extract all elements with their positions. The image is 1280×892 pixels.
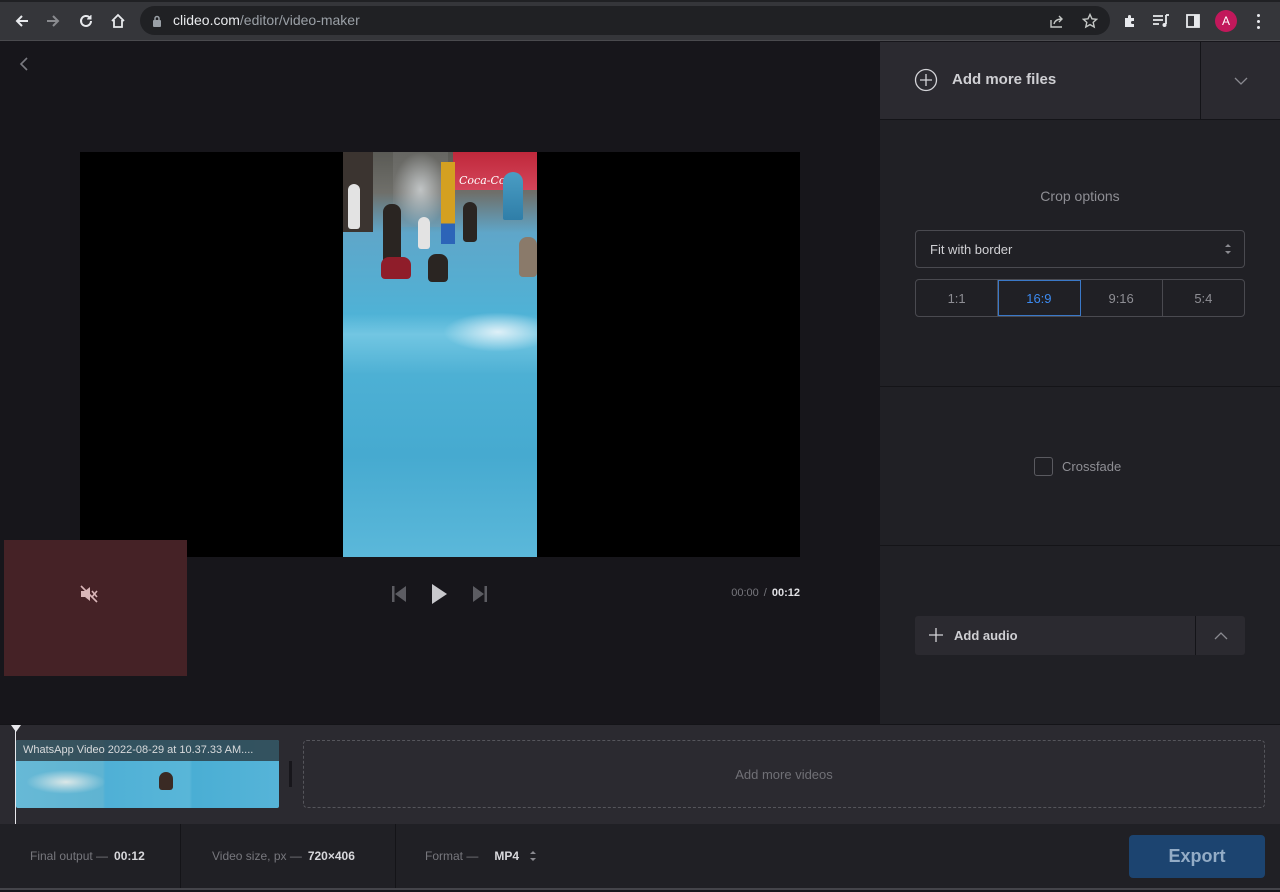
scene-sign: Coca-Cola (453, 152, 537, 190)
chevron-left-icon[interactable] (14, 54, 34, 74)
video-size-value: 720×406 (307, 849, 355, 863)
final-output-value: 00:12 (114, 849, 145, 863)
format-select[interactable]: Format — MP4 (425, 824, 537, 888)
share-icon[interactable] (1048, 12, 1066, 30)
crop-mode-select[interactable]: Fit with border (915, 230, 1245, 268)
ratio-16-9[interactable]: 16:9 (998, 280, 1081, 316)
final-output-label: Final output — (30, 849, 109, 863)
scene-person (463, 202, 477, 242)
ratio-5-4[interactable]: 5:4 (1163, 280, 1244, 316)
side-panel-icon[interactable] (1182, 10, 1204, 32)
extensions-icon[interactable] (1119, 10, 1141, 32)
timecode: 00:00 / 00:12 (731, 587, 800, 599)
aspect-ratio-group: 1:1 16:9 9:16 5:4 (915, 279, 1245, 317)
format-label: Format — (425, 849, 479, 863)
browser-toolbar: clideo.com/editor/video-maker A (0, 0, 1280, 41)
ratio-9-16[interactable]: 9:16 (1081, 280, 1163, 316)
export-bar: Final output — 00:12 Video size, px — 720×… (0, 824, 1280, 890)
ratio-1-1[interactable]: 1:1 (916, 280, 999, 316)
scene-person (418, 217, 430, 249)
add-more-files-button[interactable]: Add more files (880, 42, 1200, 119)
scene-splash (443, 312, 537, 352)
divider (395, 824, 396, 888)
scene-person (381, 257, 411, 279)
clip-thumbnail-swimmer (159, 772, 173, 790)
scene-person (519, 237, 537, 277)
crop-mode-value: Fit with border (930, 242, 1013, 257)
video-preview[interactable]: Coca-Cola (80, 152, 800, 557)
scene-person (428, 254, 448, 282)
profile-avatar[interactable]: A (1215, 10, 1237, 32)
playhead-handle[interactable] (11, 725, 21, 732)
add-audio-label: Add audio (954, 628, 1018, 643)
add-more-files-label: Add more files (952, 71, 1057, 88)
url-host: clideo.com (173, 12, 240, 28)
video-size-info: Video size, px — 720×406 (212, 824, 355, 888)
video-size-label: Video size, px — (212, 849, 302, 863)
divider (880, 119, 1280, 120)
clip-trim-handle[interactable] (289, 761, 292, 787)
scene-person (348, 184, 360, 229)
export-button[interactable]: Export (1129, 835, 1265, 878)
video-frame: Coca-Cola (343, 152, 537, 557)
select-arrows-icon (1225, 244, 1231, 254)
video-editor: Coca-Cola 00:00/00:12 Add more files Cro… (0, 42, 1280, 892)
add-files-dropdown-toggle[interactable] (1200, 42, 1280, 119)
plus-circle-icon (914, 68, 938, 92)
back-arrow-icon[interactable] (9, 8, 35, 34)
lock-icon (152, 14, 162, 32)
chevron-up-icon (1214, 631, 1227, 639)
muted-speaker-icon[interactable] (78, 583, 100, 605)
home-icon[interactable] (105, 8, 131, 34)
skip-next-icon[interactable] (471, 583, 489, 605)
crop-options-title: Crop options (1040, 188, 1120, 204)
chevron-down-icon (1234, 77, 1247, 85)
divider (880, 545, 1280, 546)
reload-icon[interactable] (73, 8, 99, 34)
audio-panel-toggle[interactable] (1195, 616, 1245, 655)
divider (180, 824, 181, 888)
forward-arrow-icon[interactable] (40, 8, 66, 34)
address-bar[interactable]: clideo.com/editor/video-maker (140, 6, 1110, 35)
select-arrows-icon (530, 851, 537, 861)
checkbox-box[interactable] (1034, 457, 1053, 476)
url-text[interactable]: clideo.com/editor/video-maker (173, 12, 360, 28)
total-time: 00:12 (771, 587, 800, 599)
scene-pillar (441, 162, 455, 244)
mute-highlight (4, 540, 187, 676)
video-clip[interactable]: WhatsApp Video 2022-08-29 at 10.37.33 AM… (16, 740, 279, 808)
play-icon[interactable] (428, 583, 450, 605)
kebab-menu-icon[interactable] (1250, 10, 1266, 32)
clip-title: WhatsApp Video 2022-08-29 at 10.37.33 AM… (23, 744, 254, 756)
media-control-icon[interactable] (1150, 10, 1172, 32)
add-audio-button[interactable]: Add audio (915, 616, 1195, 655)
plus-icon (928, 627, 944, 643)
url-path: /editor/video-maker (239, 12, 360, 28)
side-panel: Add more files Crop options Fit with bor… (880, 42, 1280, 724)
format-value: MP4 (494, 849, 520, 863)
current-time: 00:00 (731, 587, 759, 599)
star-icon[interactable] (1081, 12, 1099, 30)
scene-tree (503, 172, 523, 220)
final-output-info: Final output — 00:12 (30, 824, 145, 888)
time-separator: / (763, 587, 767, 599)
timeline: WhatsApp Video 2022-08-29 at 10.37.33 AM… (0, 724, 1280, 825)
clip-thumbnail-splash (26, 770, 106, 794)
crossfade-checkbox[interactable]: Crossfade (1034, 457, 1121, 476)
add-more-videos-label: Add more videos (735, 766, 833, 782)
playhead[interactable] (15, 725, 16, 825)
crossfade-label: Crossfade (1062, 459, 1122, 474)
add-more-videos-dropzone[interactable]: Add more videos (303, 740, 1265, 808)
divider (880, 386, 1280, 387)
scene-fountain (393, 152, 448, 227)
tab-strip (0, 0, 1280, 2)
skip-previous-icon[interactable] (390, 583, 408, 605)
